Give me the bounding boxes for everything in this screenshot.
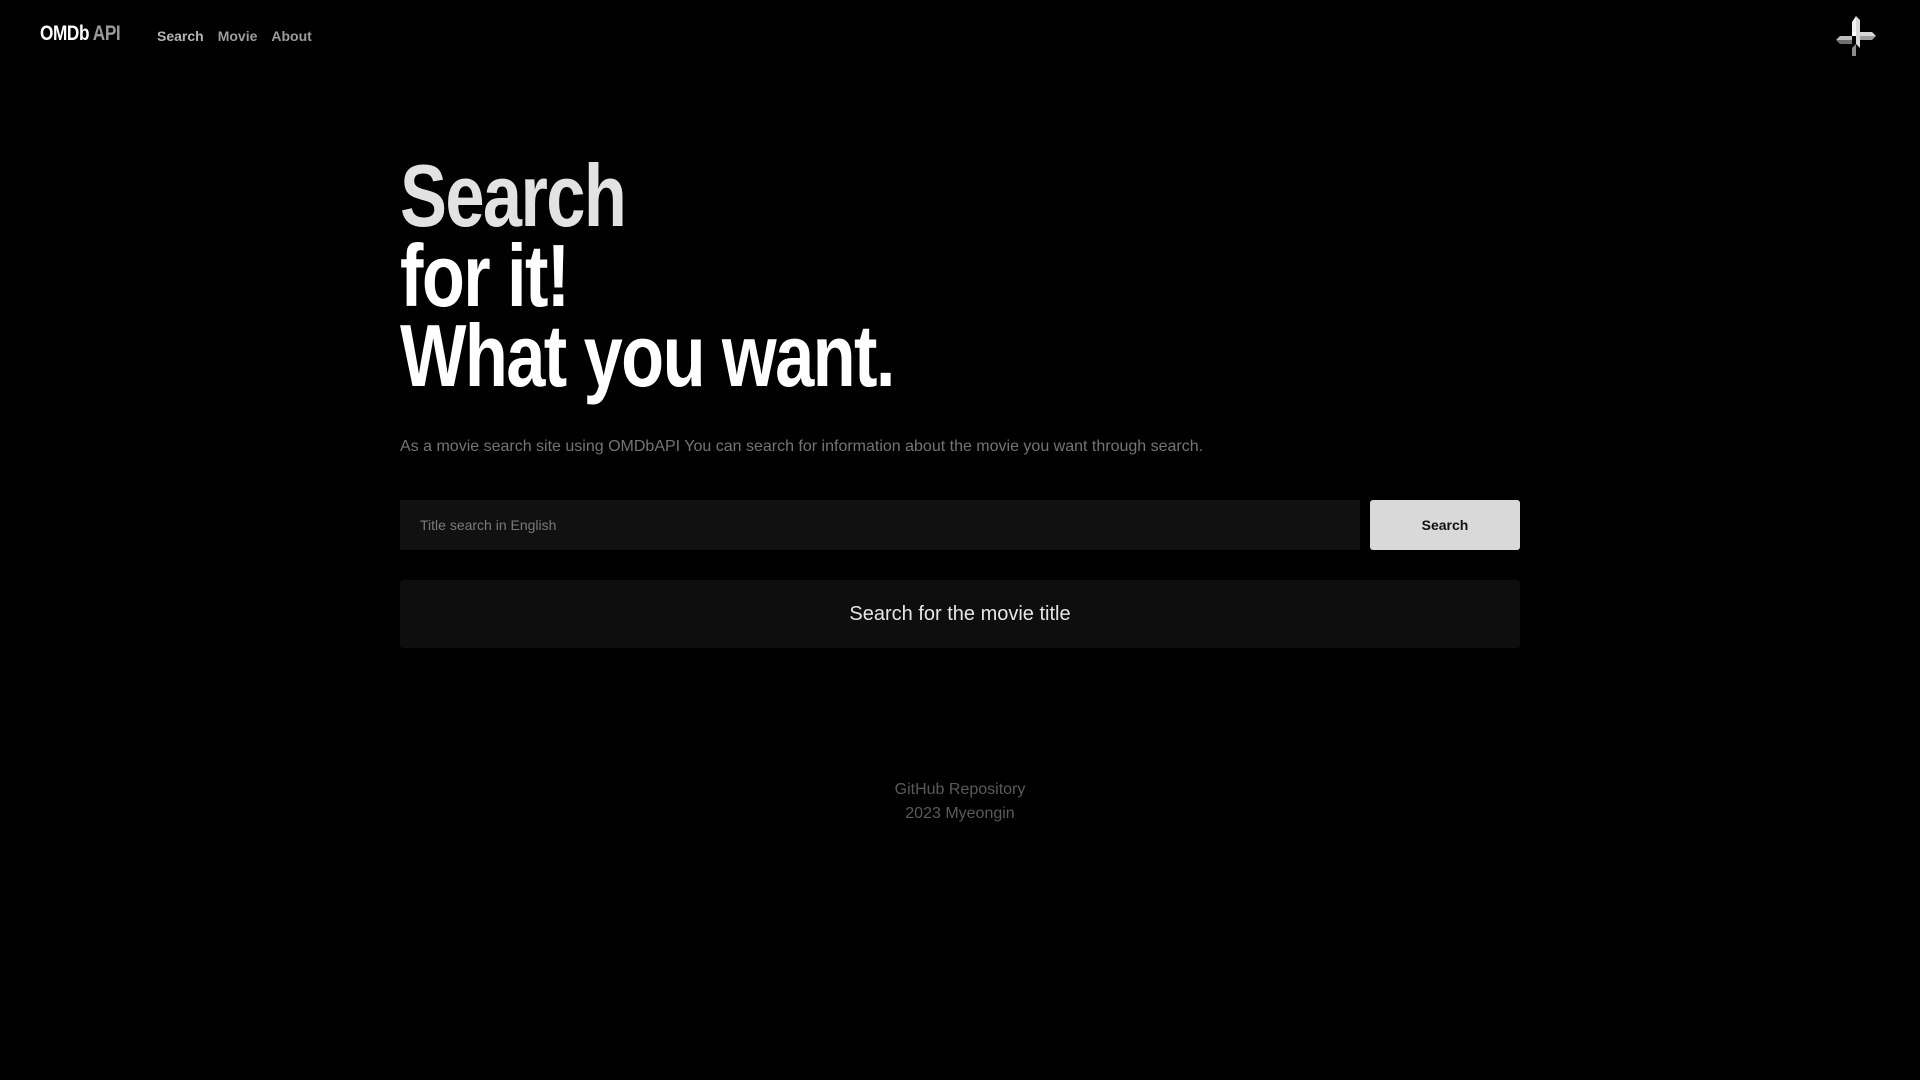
search-button[interactable]: Search — [1370, 500, 1520, 550]
site-footer: GitHub Repository 2023 Myeongin — [0, 778, 1920, 826]
brand-logo[interactable]: OMDb API — [40, 22, 121, 46]
nav-search-link[interactable]: Search — [157, 28, 204, 44]
search-form: Search — [400, 500, 1520, 550]
main-nav: Search Movie About — [157, 28, 312, 44]
site-header: OMDb API Search Movie About — [0, 0, 1920, 74]
brand-sub-text: API — [89, 22, 121, 45]
title-search-input[interactable] — [400, 500, 1360, 550]
search-result-panel: Search for the movie title — [400, 580, 1520, 648]
headline-line-3: What you want. — [400, 306, 895, 405]
cross-arrow-logo-icon[interactable] — [1834, 14, 1878, 58]
github-repository-link[interactable]: GitHub Repository — [0, 778, 1920, 802]
headline-line-2: for it! — [400, 226, 570, 325]
brand-main-text: OMDb — [40, 22, 90, 45]
nav-movie-link[interactable]: Movie — [218, 28, 258, 44]
copyright-text: 2023 Myeongin — [905, 805, 1015, 822]
headline-line-1: Search — [400, 146, 627, 245]
nav-about-link[interactable]: About — [271, 28, 311, 44]
search-result-message: Search for the movie title — [849, 602, 1071, 625]
hero-headline: Search for it! What you want. — [400, 146, 1296, 405]
hero-section: Search for it! What you want. — [400, 146, 1520, 405]
hero-description: As a movie search site using OMDbAPI You… — [400, 438, 1204, 455]
